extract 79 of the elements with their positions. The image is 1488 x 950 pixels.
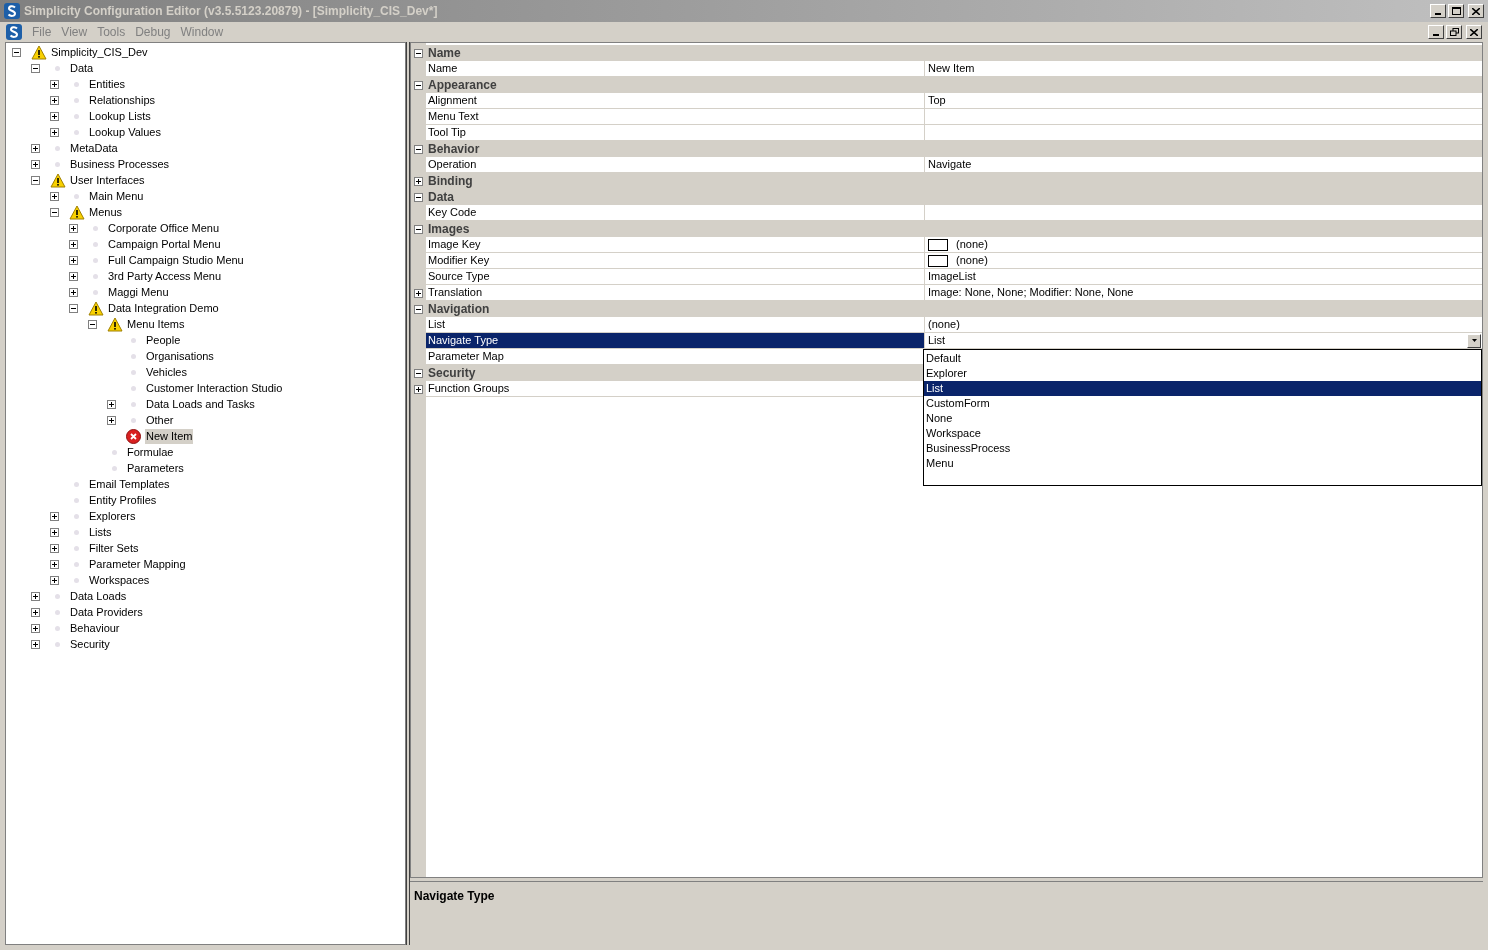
property-value[interactable]: (none) bbox=[928, 317, 1482, 332]
tree-item[interactable]: Entity Profiles bbox=[88, 492, 158, 508]
property-name[interactable]: Parameter Map bbox=[426, 349, 925, 365]
property-value[interactable]: (none) bbox=[956, 237, 1482, 252]
tree-item[interactable]: People bbox=[145, 332, 182, 348]
property-name[interactable]: Image Key bbox=[426, 237, 925, 253]
tree-item[interactable]: Simplicity_CIS_Dev bbox=[50, 44, 149, 60]
tree-item[interactable]: Data bbox=[69, 60, 95, 76]
property-value[interactable]: Top bbox=[928, 93, 1482, 108]
tree-item[interactable]: Parameters bbox=[126, 460, 185, 476]
tree-item[interactable]: User Interfaces bbox=[69, 172, 146, 188]
property-value[interactable]: (none) bbox=[956, 253, 1482, 268]
tree-item[interactable]: Data Loads and Tasks bbox=[145, 396, 256, 412]
tree-item[interactable]: Lookup Values bbox=[88, 124, 162, 140]
category-header: Behavior bbox=[427, 141, 480, 158]
property-name[interactable]: Navigate Type bbox=[426, 333, 925, 349]
category-header: Navigation bbox=[427, 301, 490, 318]
tree-item[interactable]: Lookup Lists bbox=[88, 108, 152, 124]
tree-item[interactable]: Formulae bbox=[126, 444, 175, 460]
tree-item[interactable]: Data Integration Demo bbox=[107, 300, 220, 316]
category-header: Name bbox=[427, 45, 461, 62]
property-name[interactable]: Tool Tip bbox=[426, 125, 925, 141]
tree-item[interactable]: Email Templates bbox=[88, 476, 171, 492]
dropdown-option[interactable]: Workspace bbox=[924, 426, 1481, 441]
category-header: Data bbox=[427, 189, 454, 206]
tree-item[interactable]: New Item bbox=[145, 428, 194, 444]
dropdown-option[interactable]: None bbox=[924, 411, 1481, 426]
tree-item[interactable]: Data Loads bbox=[69, 588, 128, 604]
property-name[interactable]: Source Type bbox=[426, 269, 925, 285]
tree-item[interactable]: Organisations bbox=[145, 348, 215, 364]
dropdown-option[interactable]: Default bbox=[924, 351, 1481, 366]
dropdown-option[interactable]: List bbox=[924, 381, 1481, 396]
tree-item[interactable]: Parameter Mapping bbox=[88, 556, 187, 572]
tree-item[interactable]: Menu Items bbox=[126, 316, 186, 332]
tree-item[interactable]: Vehicles bbox=[145, 364, 188, 380]
dropdown-option[interactable]: Menu bbox=[924, 456, 1481, 471]
tree-item[interactable]: Data Providers bbox=[69, 604, 144, 620]
tree-item[interactable]: Menus bbox=[88, 204, 124, 220]
property-name[interactable]: Function Groups bbox=[426, 381, 925, 397]
property-name[interactable]: Menu Text bbox=[426, 109, 925, 125]
tree-item[interactable]: Relationships bbox=[88, 92, 157, 108]
tree-item[interactable]: Behaviour bbox=[69, 620, 121, 636]
tree-item[interactable]: 3rd Party Access Menu bbox=[107, 268, 223, 284]
category-header: Security bbox=[427, 365, 476, 382]
tree-item[interactable]: Lists bbox=[88, 524, 113, 540]
tree-item[interactable]: Customer Interaction Studio bbox=[145, 380, 284, 396]
category-header: Appearance bbox=[427, 77, 497, 94]
property-name[interactable]: Translation bbox=[426, 285, 925, 301]
tree-item[interactable]: Other bbox=[145, 412, 175, 428]
property-value[interactable]: Image: None, None; Modifier: None, None bbox=[928, 285, 1482, 300]
help-title: Navigate Type bbox=[414, 889, 495, 903]
category-header: Images bbox=[427, 221, 470, 238]
property-name[interactable]: Key Code bbox=[426, 205, 925, 221]
tree-item[interactable]: Maggi Menu bbox=[107, 284, 170, 300]
dropdown-option[interactable]: CustomForm bbox=[924, 396, 1481, 411]
tree-item[interactable]: Workspaces bbox=[88, 572, 151, 588]
property-name[interactable]: Operation bbox=[426, 157, 925, 173]
property-value[interactable]: List bbox=[928, 333, 1459, 348]
tree-item[interactable]: Main Menu bbox=[88, 188, 145, 204]
tree-item[interactable]: Security bbox=[69, 636, 111, 652]
dropdown-option[interactable]: BusinessProcess bbox=[924, 441, 1481, 456]
property-value[interactable]: Navigate bbox=[928, 157, 1482, 172]
tree-item[interactable]: Business Processes bbox=[69, 156, 171, 172]
tree-item[interactable]: Entities bbox=[88, 76, 127, 92]
property-name[interactable]: Name bbox=[426, 61, 925, 77]
window-title: Simplicity Configuration Editor (v3.5.5123.20879) - [Simplicity_CIS_Dev*] bbox=[24, 3, 439, 20]
property-name[interactable]: Modifier Key bbox=[426, 253, 925, 269]
tree-item[interactable]: Filter Sets bbox=[88, 540, 140, 556]
dropdown-option[interactable]: Explorer bbox=[924, 366, 1481, 381]
tree-item[interactable]: Explorers bbox=[88, 508, 137, 524]
property-value[interactable]: New Item bbox=[928, 61, 1482, 76]
tree-item[interactable]: MetaData bbox=[69, 140, 119, 156]
category-header: Binding bbox=[427, 173, 473, 190]
tree-item[interactable]: Corporate Office Menu bbox=[107, 220, 221, 236]
property-name[interactable]: List bbox=[426, 317, 925, 333]
tree-item[interactable]: Campaign Portal Menu bbox=[107, 236, 222, 252]
tree-item[interactable]: Full Campaign Studio Menu bbox=[107, 252, 245, 268]
property-value[interactable]: ImageList bbox=[928, 269, 1482, 284]
property-name[interactable]: Alignment bbox=[426, 93, 925, 109]
